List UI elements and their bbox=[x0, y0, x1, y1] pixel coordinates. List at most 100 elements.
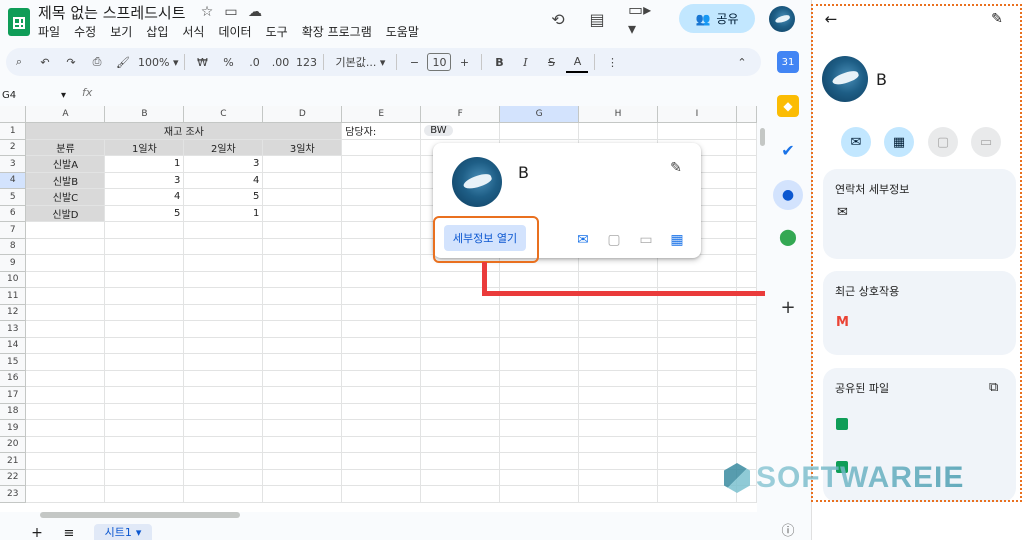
cell[interactable] bbox=[657, 271, 737, 288]
keep-app-icon[interactable]: ◆ bbox=[777, 95, 799, 117]
account-avatar[interactable] bbox=[769, 6, 795, 32]
cell[interactable] bbox=[736, 419, 757, 437]
paint-format-icon[interactable]: 🖌 bbox=[112, 51, 134, 73]
cell[interactable] bbox=[736, 403, 757, 420]
empty-rows[interactable]: 7 8 9 10 11 12 13 14 15 16 17 18 19 20 21 22 23 bbox=[0, 221, 757, 503]
column-header[interactable]: B bbox=[104, 106, 185, 123]
cell[interactable] bbox=[578, 320, 658, 338]
row-header[interactable]: 1 bbox=[0, 122, 27, 140]
cell[interactable] bbox=[25, 238, 106, 255]
menu-file[interactable]: 파일 bbox=[38, 23, 60, 40]
row-header[interactable]: 18 bbox=[0, 403, 27, 420]
cell[interactable] bbox=[657, 403, 737, 420]
cell[interactable] bbox=[578, 386, 658, 404]
cell[interactable] bbox=[183, 370, 264, 387]
cell[interactable] bbox=[262, 238, 343, 255]
cell[interactable] bbox=[104, 254, 185, 272]
cell[interactable] bbox=[262, 221, 343, 239]
value-cell[interactable]: 5 bbox=[104, 205, 185, 222]
meet-video-icon[interactable]: ▭▸ ▾ bbox=[628, 0, 664, 38]
cell[interactable] bbox=[262, 188, 343, 206]
corner-cell[interactable] bbox=[0, 106, 27, 123]
cell[interactable] bbox=[25, 254, 106, 272]
cell[interactable] bbox=[341, 370, 422, 387]
cell[interactable] bbox=[736, 254, 757, 272]
row-header[interactable]: 21 bbox=[0, 452, 27, 470]
cell[interactable] bbox=[341, 155, 422, 173]
cell[interactable] bbox=[25, 370, 106, 387]
cell[interactable] bbox=[262, 353, 343, 371]
cell[interactable] bbox=[341, 238, 422, 255]
number-format-button[interactable]: 123 bbox=[295, 51, 317, 73]
column-header[interactable] bbox=[736, 106, 757, 123]
collapse-toolbar-icon[interactable]: ⌃ bbox=[731, 51, 753, 73]
row-header[interactable]: 9 bbox=[0, 254, 27, 272]
row-header[interactable]: 2 bbox=[0, 139, 27, 156]
document-title[interactable]: 제목 없는 스프레드시트 bbox=[38, 2, 186, 23]
cell[interactable] bbox=[25, 436, 106, 453]
cell[interactable] bbox=[420, 370, 501, 387]
cell[interactable] bbox=[262, 452, 343, 470]
font-size-increase-button[interactable]: + bbox=[453, 51, 475, 73]
cell[interactable] bbox=[736, 188, 757, 206]
cell[interactable] bbox=[183, 452, 264, 470]
row-header[interactable]: 11 bbox=[0, 287, 27, 305]
value-cell[interactable]: 4 bbox=[104, 188, 185, 206]
cell[interactable] bbox=[578, 403, 658, 420]
cell[interactable] bbox=[578, 122, 658, 140]
increase-decimal-button[interactable]: .00 bbox=[269, 51, 291, 73]
cell[interactable] bbox=[104, 287, 185, 305]
zoom-select[interactable]: 100% ▾ bbox=[138, 51, 178, 73]
font-size-input[interactable]: 10 bbox=[427, 53, 452, 71]
cell[interactable] bbox=[736, 271, 757, 288]
cell[interactable] bbox=[736, 320, 757, 338]
cell[interactable] bbox=[262, 287, 343, 305]
font-size-decrease-button[interactable]: − bbox=[403, 51, 425, 73]
cell[interactable] bbox=[262, 370, 343, 387]
cell[interactable] bbox=[341, 304, 422, 321]
cell[interactable] bbox=[183, 271, 264, 288]
cell[interactable] bbox=[736, 337, 757, 354]
percent-button[interactable]: % bbox=[217, 51, 239, 73]
cell[interactable] bbox=[262, 403, 343, 420]
cell[interactable] bbox=[420, 320, 501, 338]
cell[interactable] bbox=[657, 304, 737, 321]
header-cell[interactable]: 3일차 bbox=[262, 139, 343, 156]
item-name-cell[interactable]: 신발D bbox=[25, 205, 106, 222]
cell[interactable] bbox=[420, 485, 501, 503]
cell[interactable] bbox=[183, 403, 264, 420]
cell[interactable] bbox=[341, 221, 422, 239]
cell[interactable] bbox=[420, 419, 501, 437]
cell[interactable] bbox=[262, 485, 343, 503]
cell[interactable] bbox=[420, 304, 501, 321]
cell[interactable] bbox=[262, 155, 343, 173]
cell[interactable] bbox=[104, 403, 185, 420]
cell[interactable] bbox=[341, 205, 422, 222]
cell[interactable] bbox=[341, 419, 422, 437]
cell[interactable] bbox=[25, 221, 106, 239]
redo-icon[interactable]: ↷ bbox=[60, 51, 82, 73]
row-header[interactable]: 14 bbox=[0, 337, 27, 354]
cell[interactable] bbox=[499, 469, 580, 486]
cell[interactable] bbox=[104, 320, 185, 338]
cell[interactable] bbox=[736, 353, 757, 371]
cell[interactable] bbox=[104, 436, 185, 453]
row-header[interactable]: 7 bbox=[0, 221, 27, 239]
cell[interactable] bbox=[578, 271, 658, 288]
text-color-button[interactable]: A bbox=[566, 51, 589, 73]
manager-label-cell[interactable]: 담당자: bbox=[341, 122, 422, 140]
cell[interactable] bbox=[499, 452, 580, 470]
cell[interactable] bbox=[25, 403, 106, 420]
cell[interactable] bbox=[736, 238, 757, 255]
cell[interactable] bbox=[341, 254, 422, 272]
cell[interactable] bbox=[104, 452, 185, 470]
comments-icon[interactable]: ▤ bbox=[585, 8, 609, 30]
cell[interactable] bbox=[341, 271, 422, 288]
cell[interactable] bbox=[341, 452, 422, 470]
cell[interactable] bbox=[262, 419, 343, 437]
cell[interactable] bbox=[736, 122, 757, 140]
currency-button[interactable]: ₩ bbox=[191, 51, 213, 73]
cell[interactable] bbox=[262, 436, 343, 453]
menu-extensions[interactable]: 확장 프로그램 bbox=[302, 23, 372, 40]
row-header[interactable]: 22 bbox=[0, 469, 27, 486]
